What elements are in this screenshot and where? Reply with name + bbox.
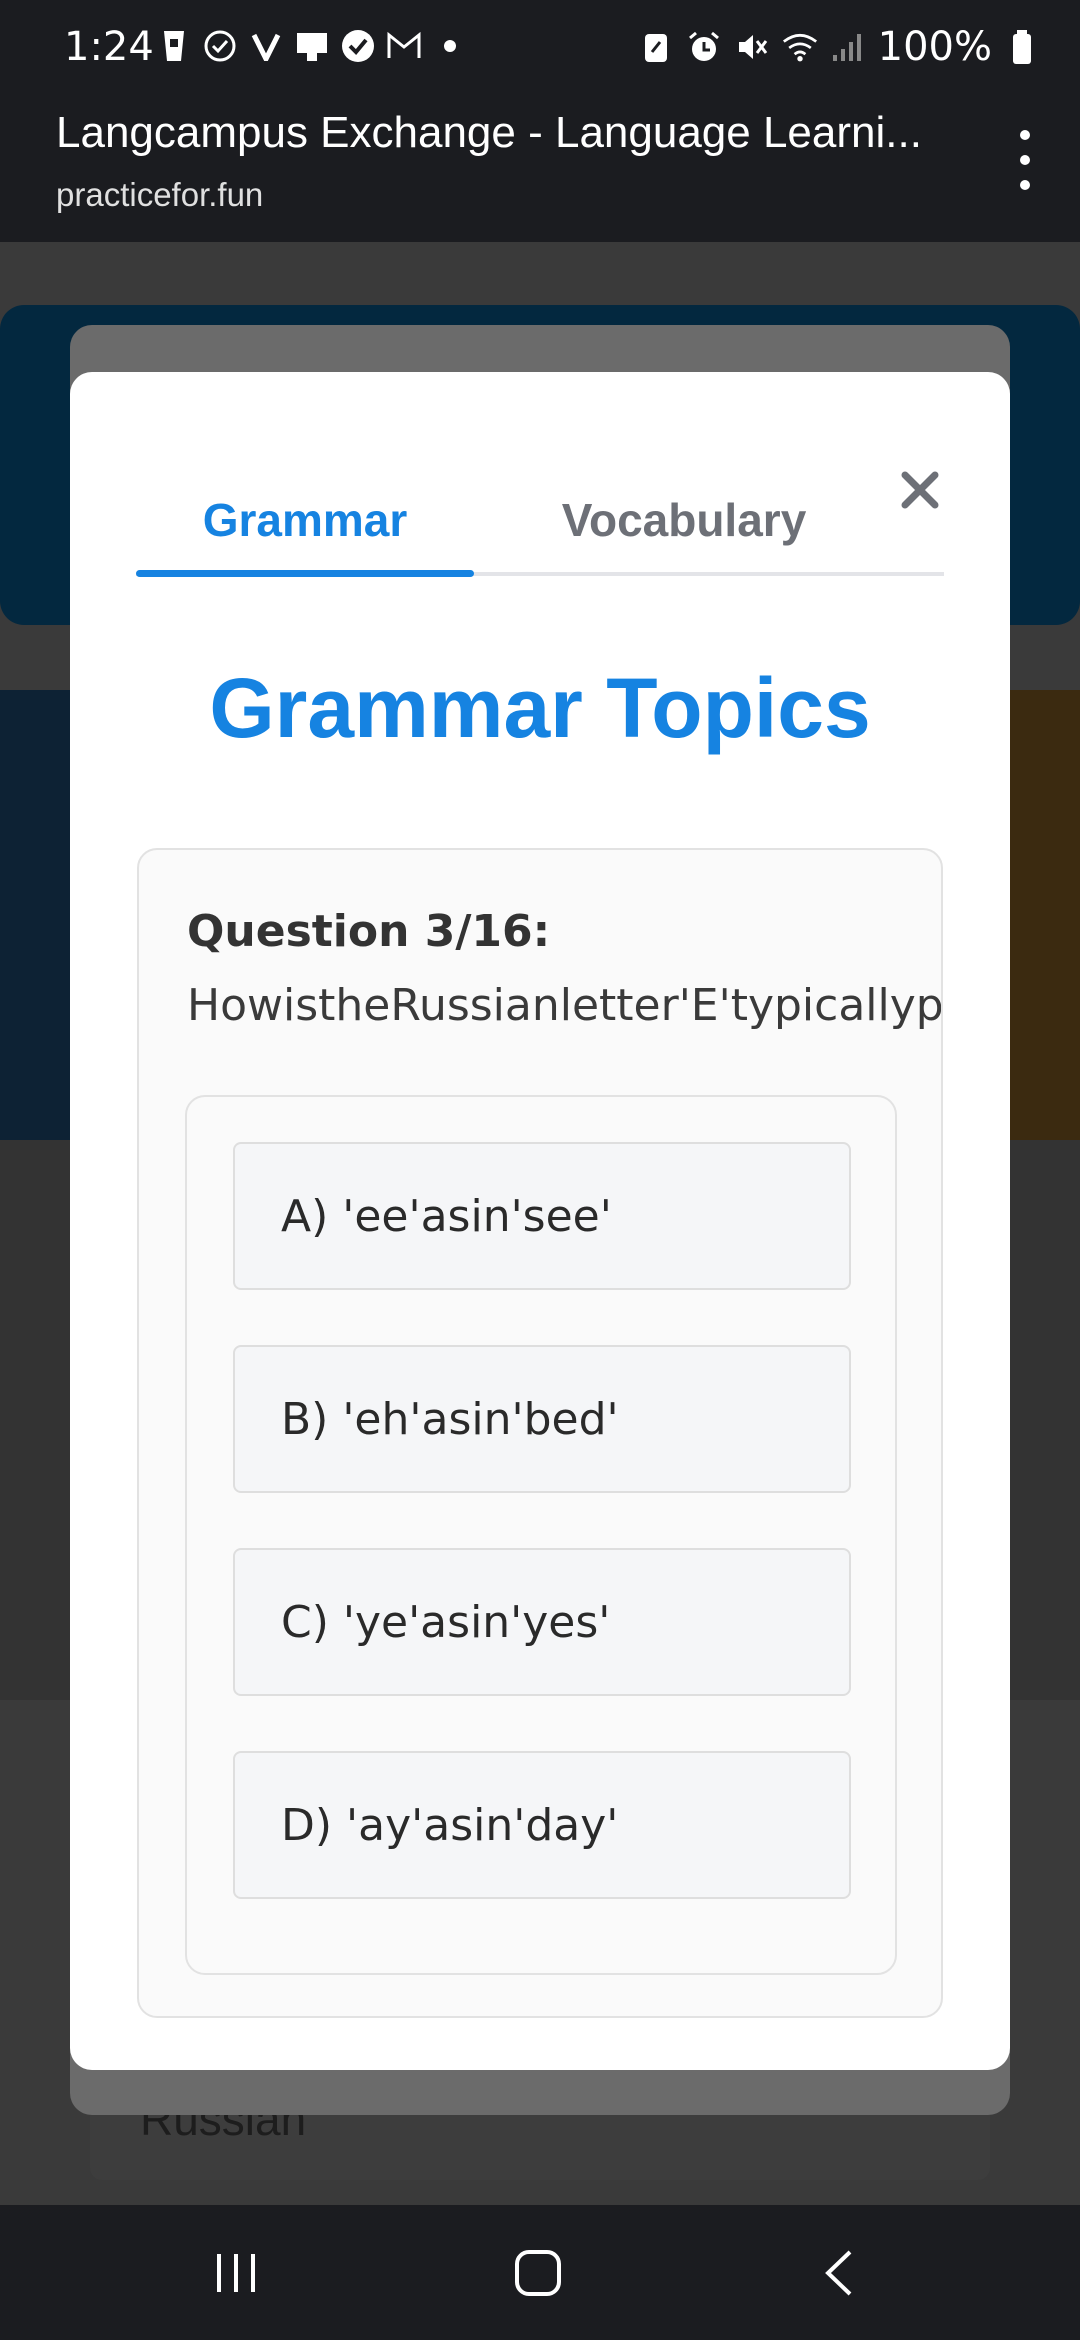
cup-icon (156, 28, 192, 64)
page-title[interactable]: Langcampus Exchange - Language Learni... (56, 108, 936, 158)
wifi-icon (782, 29, 818, 65)
verified-icon (340, 28, 376, 64)
status-time: 1:24 (64, 24, 154, 70)
tab-vocabulary[interactable]: Vocabulary (474, 470, 894, 570)
battery-percent: 100% (877, 24, 992, 70)
check-circle-icon (202, 28, 238, 64)
answer-option-c[interactable]: C) 'ye'asin'yes' (233, 1548, 851, 1696)
alarm-icon (686, 29, 722, 65)
back-button[interactable] (800, 2238, 880, 2308)
browser-toolbar: Langcampus Exchange - Language Learni...… (0, 100, 1080, 242)
battery-saver-icon (638, 29, 674, 65)
signal-icon (830, 29, 866, 65)
question-text: HowistheRussianletter'E'typicallypronoun… (187, 980, 943, 1031)
recents-button[interactable] (196, 2238, 276, 2308)
news-icon (294, 28, 330, 64)
tab-grammar[interactable]: Grammar (136, 470, 474, 570)
home-button[interactable] (498, 2238, 578, 2308)
answer-option-b[interactable]: B) 'eh'asin'bed' (233, 1345, 851, 1493)
back-icon (825, 2250, 852, 2296)
question-number: Question 3/16: (187, 906, 551, 957)
battery-icon (1004, 29, 1040, 65)
gmail-icon (386, 28, 422, 64)
close-button[interactable] (880, 450, 960, 530)
close-icon (901, 471, 939, 509)
system-icons: 100% (638, 24, 1040, 70)
dot-icon (432, 28, 468, 64)
notification-icons (156, 28, 468, 64)
more-options-icon[interactable] (1010, 130, 1040, 190)
v-icon (248, 28, 284, 64)
status-bar: 1:24 100% (0, 0, 1080, 100)
page-url[interactable]: practicefor.fun (56, 176, 263, 214)
mute-icon (734, 29, 770, 65)
home-icon (515, 2250, 561, 2296)
answer-option-d[interactable]: D) 'ay'asin'day' (233, 1751, 851, 1899)
recents-icon (217, 2254, 255, 2292)
active-tab-indicator (136, 570, 474, 577)
answer-options: A) 'ee'asin'see' B) 'eh'asin'bed' C) 'ye… (185, 1095, 897, 1975)
modal-heading: Grammar Topics (209, 661, 871, 755)
question-card: Question 3/16: HowistheRussianletter'E't… (137, 848, 943, 2018)
answer-option-a[interactable]: A) 'ee'asin'see' (233, 1142, 851, 1290)
